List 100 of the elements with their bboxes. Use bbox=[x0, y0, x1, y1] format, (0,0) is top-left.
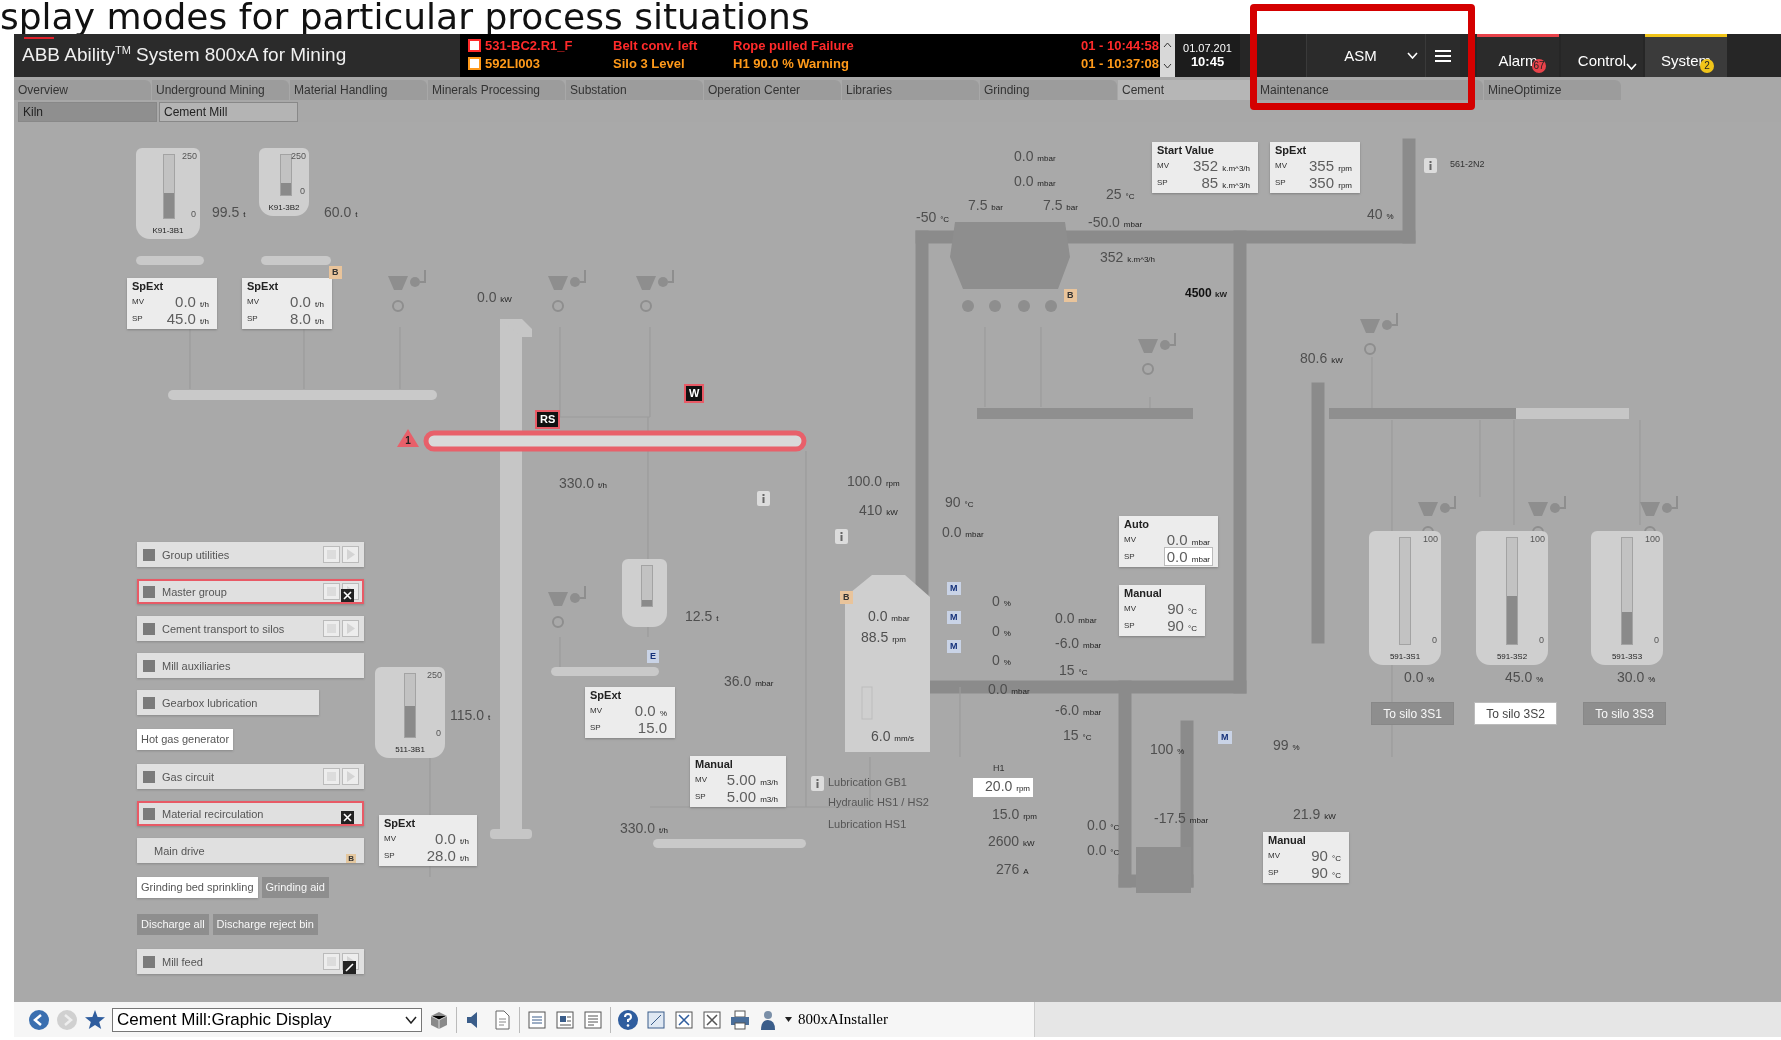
group-label[interactable]: Group utilities bbox=[162, 548, 230, 561]
faceplate-title: SpExt bbox=[384, 817, 416, 829]
group-label[interactable]: Mill auxiliaries bbox=[162, 659, 231, 672]
process-value: 90 °C bbox=[945, 494, 974, 512]
faceplate-card[interactable]: Manual MV 5.00 m3/h SP 5.00 m3/h bbox=[690, 756, 786, 807]
group-row[interactable]: Gas circuit bbox=[137, 764, 364, 789]
group-row[interactable]: Material recirculation bbox=[137, 801, 364, 826]
checkbox[interactable] bbox=[143, 955, 155, 968]
faceplate-card[interactable]: SpExt MV 0.0 t/h SP 28.0 t/h bbox=[379, 815, 477, 866]
group-label[interactable]: Gas circuit bbox=[162, 770, 214, 783]
process-value: 355 rpm bbox=[1308, 156, 1353, 175]
close-window-icon[interactable] bbox=[701, 1008, 723, 1031]
silo-route-button[interactable]: To silo 3S1 bbox=[1371, 702, 1454, 725]
faceplate-card[interactable]: SpExt MV 0.0 % SP 15.0 bbox=[585, 687, 675, 738]
area-tab[interactable]: Operation Center bbox=[704, 80, 841, 100]
faceplate-title: Auto bbox=[1124, 518, 1150, 530]
display-tab[interactable]: Cement Mill bbox=[159, 102, 298, 122]
display-selector[interactable]: Cement Mill:Graphic Display bbox=[112, 1007, 422, 1032]
silo-route-button[interactable]: To silo 3S3 bbox=[1583, 702, 1666, 725]
group-row[interactable]: Cement transport to silos bbox=[137, 616, 364, 641]
area-tab[interactable]: Substation bbox=[566, 80, 703, 100]
scroll-up-icon[interactable] bbox=[1163, 41, 1172, 48]
help-icon[interactable] bbox=[617, 1008, 639, 1031]
group-link[interactable]: Grinding bed sprinkling bbox=[137, 877, 258, 898]
info-icon[interactable] bbox=[757, 491, 770, 506]
group-row[interactable]: Gearbox lubrication bbox=[137, 690, 319, 715]
scroll-bar[interactable] bbox=[1160, 34, 1175, 77]
info-icon[interactable] bbox=[835, 529, 848, 544]
faceplate-card[interactable]: SpExt MV 355 rpm SP 350 rpm bbox=[1270, 142, 1360, 193]
group-label[interactable]: Mill feed bbox=[162, 955, 203, 968]
area-tab[interactable]: Material Handling bbox=[290, 80, 427, 100]
display-tab[interactable]: Kiln bbox=[18, 102, 157, 122]
info-icon[interactable] bbox=[811, 776, 824, 791]
area-tab[interactable]: Libraries bbox=[842, 80, 979, 100]
checkbox[interactable] bbox=[143, 622, 155, 635]
process-value: 0.0 mbar bbox=[1055, 610, 1097, 628]
split-window-icon[interactable] bbox=[554, 1008, 576, 1031]
area-tab[interactable]: MineOptimize bbox=[1484, 80, 1621, 100]
group-row[interactable]: Mill auxiliaries bbox=[137, 653, 364, 678]
faceplate-card[interactable]: Manual MV 90 °C SP 90 °C bbox=[1119, 585, 1205, 636]
alarm-checkbox[interactable] bbox=[468, 56, 481, 70]
silo-route-button[interactable]: To silo 3S2 bbox=[1474, 702, 1557, 725]
checkbox[interactable] bbox=[143, 585, 155, 598]
group-row[interactable]: Group utilities bbox=[137, 542, 364, 567]
app-tab[interactable]: Control bbox=[1561, 34, 1643, 77]
checkbox[interactable] bbox=[143, 548, 155, 561]
scale-label: 100 bbox=[1644, 534, 1660, 544]
group-label[interactable]: Cement transport to silos bbox=[162, 622, 285, 635]
group-label[interactable]: Master group bbox=[162, 585, 227, 598]
alarm-object: Belt conv. left bbox=[613, 37, 699, 53]
feeder-drawing bbox=[1360, 312, 1398, 355]
mode-dropdown[interactable]: ASM bbox=[1306, 34, 1425, 77]
printer-icon[interactable] bbox=[729, 1008, 751, 1031]
process-value: 115.0 t bbox=[450, 707, 491, 725]
close-window-icon[interactable] bbox=[673, 1008, 695, 1031]
area-tab[interactable]: Minerals Processing bbox=[428, 80, 565, 100]
info-icon[interactable] bbox=[1424, 158, 1437, 173]
alarm-object: Silo 3 Level bbox=[613, 55, 686, 71]
faceplate-card[interactable]: SpExt MV 0.0 t/h SP 8.0 t/h bbox=[242, 278, 332, 329]
checkbox[interactable] bbox=[143, 659, 155, 672]
group-label[interactable]: Main drive bbox=[154, 844, 205, 857]
row-label: MV bbox=[1124, 604, 1137, 613]
value-field[interactable]: 20.0 rpm bbox=[973, 778, 1033, 797]
faceplate-card[interactable]: Manual MV 90 °C SP 90 °C bbox=[1263, 832, 1349, 883]
row-label: MV bbox=[695, 775, 708, 784]
row-label: SP bbox=[695, 792, 707, 801]
faceplate-card[interactable]: Auto MV 0.0 mbar SP 0.0 mbar bbox=[1119, 516, 1218, 567]
menu-button[interactable] bbox=[1425, 34, 1460, 77]
group-label[interactable]: Material recirculation bbox=[162, 807, 264, 820]
process-value: 350 rpm bbox=[1308, 173, 1353, 192]
group-row[interactable]: Mill feed bbox=[137, 949, 364, 974]
list-window-icon[interactable] bbox=[526, 1008, 548, 1031]
group-label[interactable]: Gearbox lubrication bbox=[162, 696, 258, 709]
group-row[interactable]: Main drive B bbox=[137, 838, 364, 863]
area-tab[interactable]: Maintenance bbox=[1256, 80, 1483, 100]
caret-icon[interactable] bbox=[785, 1017, 792, 1022]
row-label: MV bbox=[590, 706, 603, 715]
list-window-icon[interactable] bbox=[582, 1008, 604, 1031]
scroll-down-icon[interactable] bbox=[1163, 63, 1172, 70]
checkbox[interactable] bbox=[143, 770, 155, 783]
window-icon[interactable] bbox=[645, 1008, 667, 1031]
group-link[interactable]: Hot gas generator bbox=[137, 729, 234, 750]
row-label: MV bbox=[247, 297, 260, 306]
faceplate-title: SpExt bbox=[247, 280, 279, 292]
faceplate-card[interactable]: Start Value MV 352 k.m^3/h SP 85 k.m^3/h bbox=[1152, 142, 1258, 193]
area-tab[interactable]: Grinding bbox=[980, 80, 1117, 100]
star-icon[interactable] bbox=[84, 1008, 106, 1031]
area-tab[interactable]: Underground Mining bbox=[152, 80, 289, 100]
checkbox[interactable] bbox=[143, 807, 155, 820]
scale-label: 0 bbox=[300, 186, 305, 196]
faceplate-title: SpExt bbox=[590, 689, 622, 701]
area-tab[interactable]: Overview bbox=[14, 80, 151, 100]
setpoint-field[interactable]: 0.0 mbar bbox=[1163, 547, 1213, 566]
process-value: 330.0 t/h bbox=[559, 475, 607, 493]
alarm-checkbox[interactable] bbox=[468, 38, 481, 52]
checkbox[interactable] bbox=[143, 696, 155, 709]
group-row[interactable]: Master group bbox=[137, 579, 364, 604]
process-value: 0.0 mbar bbox=[1165, 530, 1211, 549]
faceplate-card[interactable]: SpExt MV 0.0 t/h SP 45.0 t/h bbox=[127, 278, 217, 329]
alarm-time: 01 - 10:37:08 bbox=[1079, 55, 1159, 71]
